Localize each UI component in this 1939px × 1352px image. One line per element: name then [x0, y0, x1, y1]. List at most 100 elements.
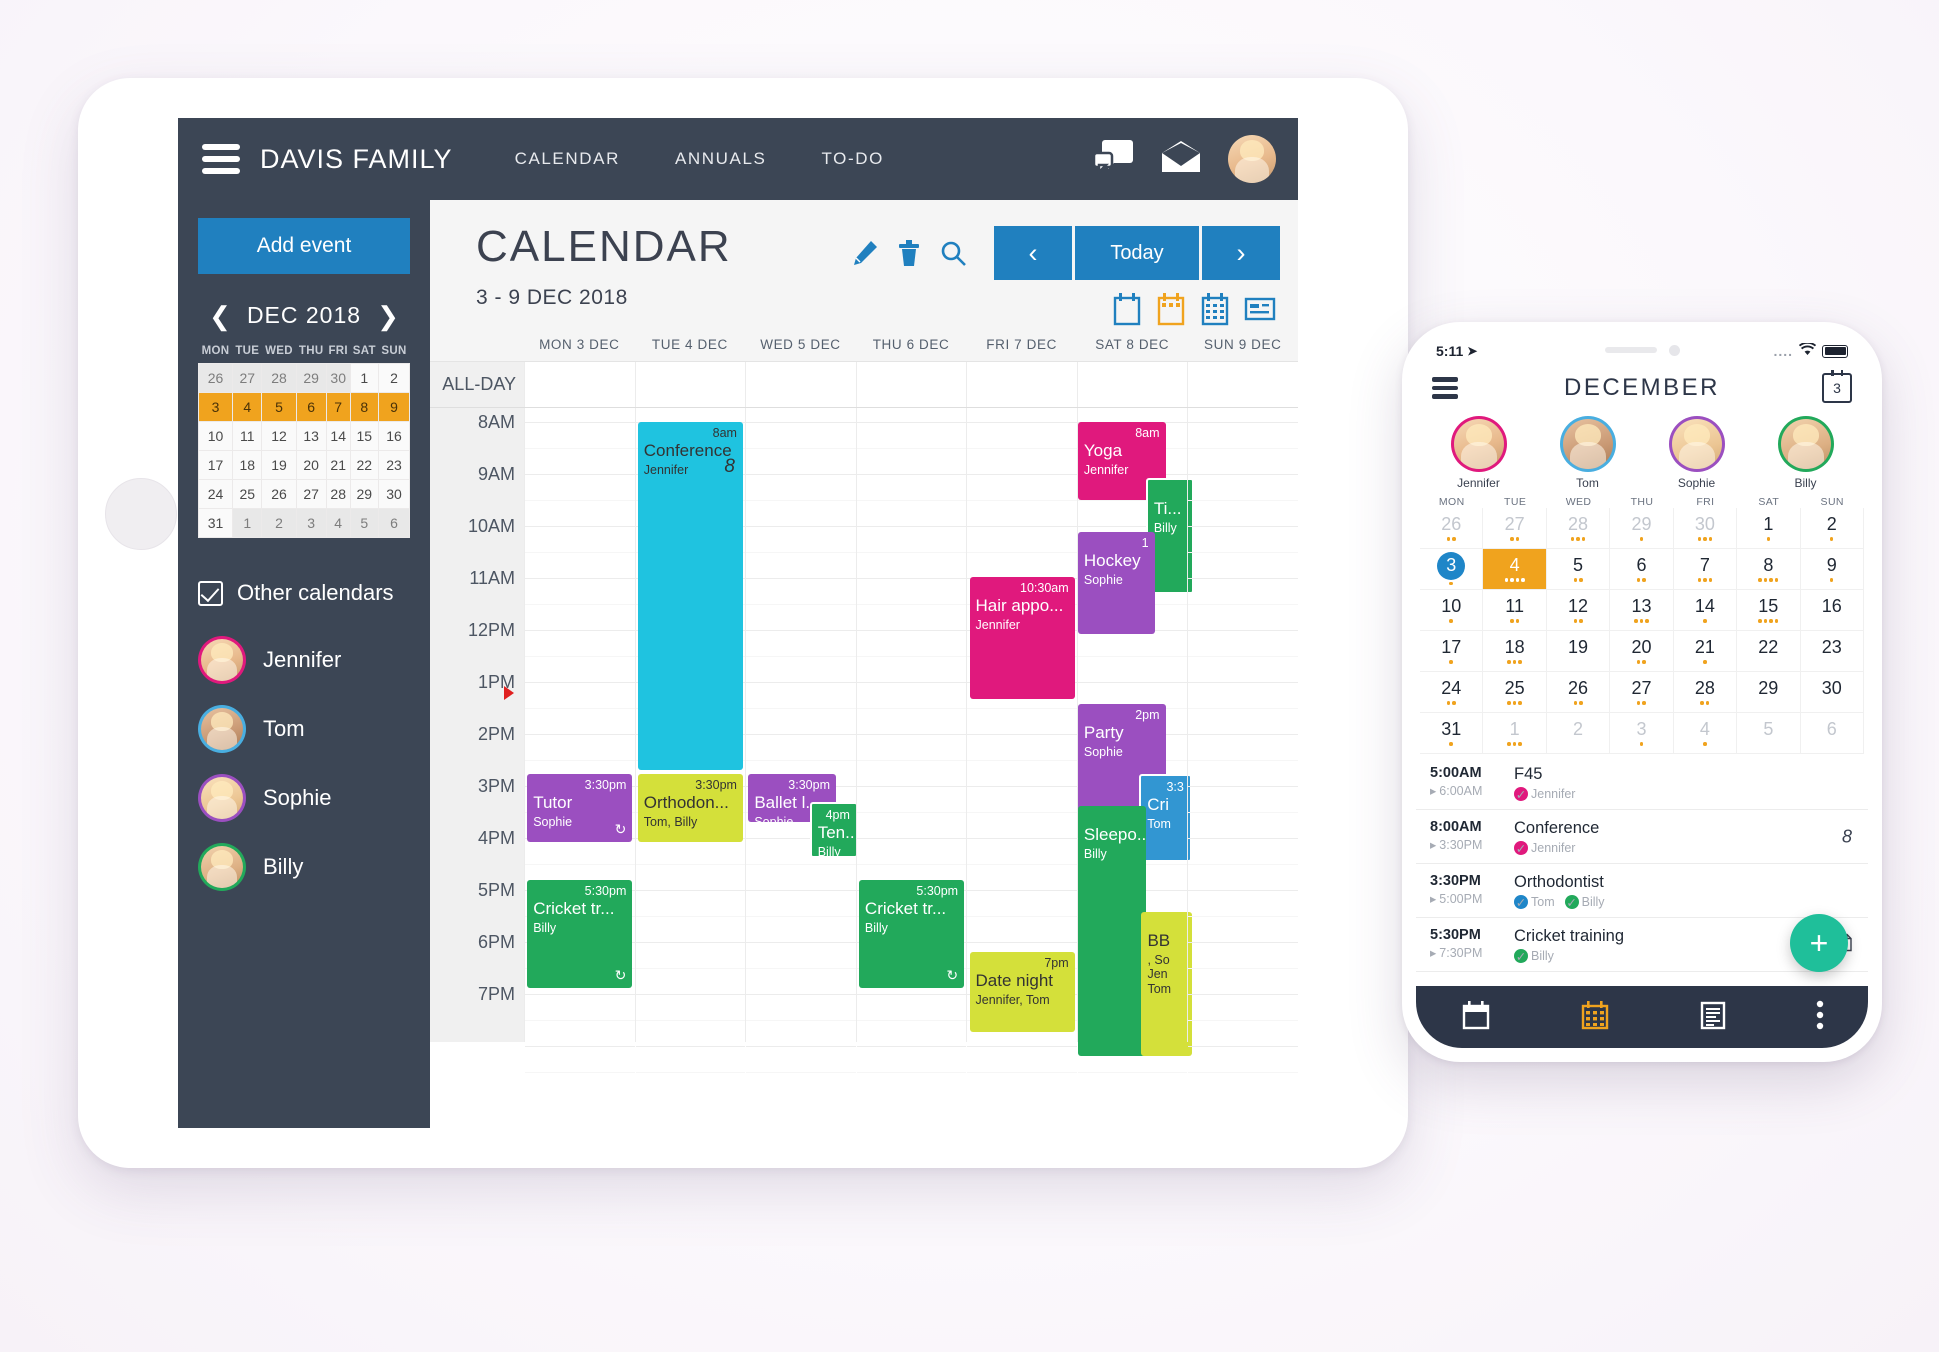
calendar-event[interactable]: Sleepo.. Billy: [1077, 806, 1146, 1056]
phone-day-cell[interactable]: 14: [1673, 590, 1738, 631]
phone-day-cell[interactable]: 27: [1610, 672, 1674, 713]
day-column[interactable]: 8am Yoga Jennifer Ti... Billy 1 Hockey Sophie 2…: [1076, 408, 1195, 1073]
phone-day-cell[interactable]: 6: [1800, 713, 1864, 754]
agenda-view-icon[interactable]: [1244, 292, 1276, 331]
mini-day-cell[interactable]: 30: [325, 363, 351, 393]
phone-day-cell[interactable]: 20: [1610, 631, 1674, 672]
all-day-cell[interactable]: [524, 362, 635, 407]
mini-day-cell[interactable]: 21: [325, 450, 351, 480]
mini-day-cell[interactable]: 22: [349, 450, 379, 480]
mini-day-cell[interactable]: 1: [349, 363, 379, 393]
tablet-home-button[interactable]: [105, 478, 177, 550]
calendar-event[interactable]: 3:30pm Tutor Sophie ↻: [527, 774, 633, 842]
calendar-event[interactable]: 3:30pm Orthodon... Tom, Billy: [637, 774, 743, 842]
day-column[interactable]: 3:30pm Tutor Sophie ↻ 5:30pm Cricket tr... Bil…: [524, 408, 635, 1073]
day-column[interactable]: 3:30pm Ballet l.. Sophie 4pm Ten... Billy: [745, 408, 858, 1073]
phone-day-cell[interactable]: 27: [1483, 508, 1547, 549]
add-event-fab[interactable]: +: [1790, 914, 1848, 972]
phone-day-cell[interactable]: 18: [1483, 631, 1547, 672]
mini-day-cell[interactable]: 6: [377, 508, 411, 538]
mini-day-cell[interactable]: 27: [232, 363, 263, 393]
phone-day-cell[interactable]: 8: [1737, 549, 1801, 590]
next-week-button[interactable]: ›: [1202, 226, 1280, 280]
day-column[interactable]: 5:30pm Cricket tr... Billy ↻: [855, 408, 967, 1073]
phone-day-cell[interactable]: 29: [1610, 508, 1674, 549]
day-view-icon[interactable]: [1112, 292, 1142, 331]
mini-day-cell[interactable]: 12: [261, 421, 297, 451]
sidebar-member-tom[interactable]: Tom: [198, 705, 410, 753]
mini-day-cell[interactable]: 9: [377, 392, 411, 422]
mini-day-cell[interactable]: 30: [377, 479, 411, 509]
mini-day-cell[interactable]: 26: [197, 363, 234, 393]
phone-member-sophie[interactable]: Sophie: [1668, 416, 1725, 490]
mini-day-cell[interactable]: 27: [295, 479, 327, 509]
mini-day-cell[interactable]: 20: [295, 450, 327, 480]
mini-day-cell[interactable]: 15: [349, 421, 379, 451]
sidebar-member-billy[interactable]: Billy: [198, 843, 410, 891]
phone-day-cell[interactable]: 28: [1546, 508, 1611, 549]
phone-day-cell[interactable]: 3: [1420, 549, 1484, 590]
chevron-left-icon[interactable]: ❮: [209, 303, 231, 329]
hamburger-icon[interactable]: [202, 144, 240, 174]
mini-day-cell[interactable]: 24: [197, 479, 234, 509]
all-day-cell[interactable]: [1187, 362, 1298, 407]
today-button[interactable]: Today: [1075, 226, 1199, 280]
sidebar-member-sophie[interactable]: Sophie: [198, 774, 410, 822]
add-event-button[interactable]: Add event: [198, 218, 410, 274]
calendar-event[interactable]: 10:30am Hair appo... Jennifer: [969, 577, 1075, 699]
mini-day-cell[interactable]: 2: [377, 363, 411, 393]
calendar-event[interactable]: 3:3 Cri Tom: [1139, 774, 1192, 862]
calendar-event[interactable]: 5:30pm Cricket tr... Billy ↻: [527, 880, 633, 988]
chat-bubble-icon[interactable]: [1092, 139, 1134, 179]
phone-day-cell[interactable]: 7: [1673, 549, 1738, 590]
phone-day-cell[interactable]: 2: [1800, 508, 1864, 549]
phone-day-cell[interactable]: 12: [1546, 590, 1611, 631]
phone-day-cell[interactable]: 28: [1673, 672, 1738, 713]
phone-day-cell[interactable]: 16: [1800, 590, 1864, 631]
today-date-icon[interactable]: 3: [1822, 370, 1852, 403]
day-view-icon[interactable]: [1461, 999, 1491, 1036]
trash-icon[interactable]: [887, 233, 931, 273]
mini-day-cell[interactable]: 28: [325, 479, 351, 509]
phone-day-cell[interactable]: 24: [1420, 672, 1484, 713]
phone-day-cell[interactable]: 9: [1800, 549, 1864, 590]
mini-day-cell[interactable]: 16: [377, 421, 411, 451]
phone-day-cell[interactable]: 21: [1673, 631, 1738, 672]
phone-day-cell[interactable]: 26: [1546, 672, 1611, 713]
phone-day-cell[interactable]: 10: [1420, 590, 1484, 631]
calendar-event[interactable]: BB, So Jen Tom: [1141, 912, 1192, 1056]
sidebar-member-jennifer[interactable]: Jennifer: [198, 636, 410, 684]
prev-week-button[interactable]: ‹: [994, 226, 1072, 280]
all-day-cell[interactable]: [1076, 362, 1188, 407]
phone-day-cell[interactable]: 30: [1673, 508, 1738, 549]
mini-day-cell[interactable]: 17: [197, 450, 234, 480]
chevron-right-icon[interactable]: ❯: [377, 303, 399, 329]
phone-day-cell[interactable]: 29: [1737, 672, 1801, 713]
nav-link-annuals[interactable]: ANNUALS: [675, 149, 767, 169]
all-day-cell[interactable]: [634, 362, 746, 407]
mini-day-cell[interactable]: 28: [261, 363, 297, 393]
phone-day-cell[interactable]: 1: [1483, 713, 1547, 754]
envelope-icon[interactable]: [1160, 140, 1202, 178]
mini-day-cell[interactable]: 5: [349, 508, 379, 538]
nav-link-calendar[interactable]: CALENDAR: [515, 149, 620, 169]
mini-day-cell[interactable]: 8: [349, 392, 379, 422]
user-avatar[interactable]: [1228, 135, 1276, 183]
week-view-icon[interactable]: [1156, 292, 1186, 331]
phone-day-cell[interactable]: 1: [1737, 508, 1801, 549]
mini-day-cell[interactable]: 23: [377, 450, 411, 480]
mini-day-cell[interactable]: 31: [197, 508, 234, 538]
mini-day-cell[interactable]: 4: [232, 392, 263, 422]
agenda-row[interactable]: 8:00AM 3:30PM Conference ✓Jennifer 8: [1416, 810, 1868, 864]
phone-day-cell[interactable]: 6: [1610, 549, 1674, 590]
phone-day-cell[interactable]: 13: [1610, 590, 1674, 631]
phone-day-cell[interactable]: 2: [1546, 713, 1611, 754]
mini-day-cell[interactable]: 18: [232, 450, 263, 480]
day-column[interactable]: [1187, 408, 1298, 1073]
phone-day-cell[interactable]: 3: [1610, 713, 1674, 754]
phone-day-cell[interactable]: 19: [1546, 631, 1611, 672]
phone-day-cell[interactable]: 17: [1420, 631, 1484, 672]
mini-day-cell[interactable]: 10: [197, 421, 234, 451]
mini-day-cell[interactable]: 1: [232, 508, 263, 538]
phone-day-cell[interactable]: 30: [1800, 672, 1864, 713]
